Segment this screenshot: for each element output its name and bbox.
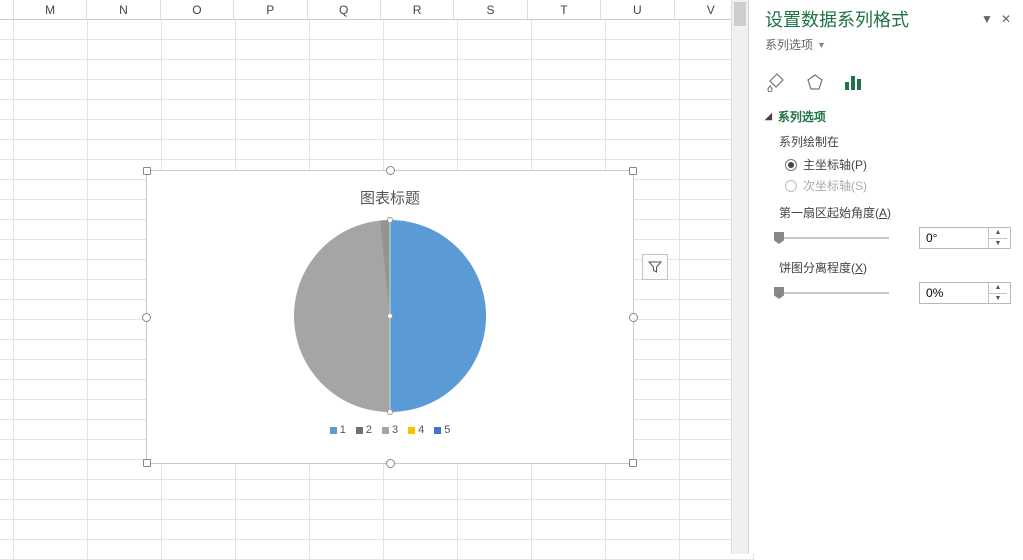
series-options-tab[interactable] <box>841 70 865 94</box>
angle-slider[interactable] <box>779 229 889 247</box>
col-head[interactable]: S <box>454 0 527 19</box>
legend-swatch <box>356 427 363 434</box>
pentagon-icon <box>805 72 825 92</box>
col-head[interactable]: U <box>601 0 674 19</box>
angle-spinner[interactable]: ▲ ▼ <box>919 227 1011 249</box>
angle-input[interactable] <box>920 228 988 248</box>
explosion-slider[interactable] <box>779 284 889 302</box>
pie-handle-bottom[interactable] <box>387 409 393 415</box>
col-head[interactable]: N <box>87 0 160 19</box>
pie-handle-center[interactable] <box>387 313 393 319</box>
slider-thumb[interactable] <box>774 287 784 299</box>
legend-swatch <box>330 427 337 434</box>
radio-label: 主坐标轴(P) <box>803 156 867 173</box>
col-head[interactable]: P <box>234 0 307 19</box>
pie-plot[interactable] <box>294 220 486 412</box>
radio-icon <box>785 180 797 192</box>
col-head[interactable]: M <box>14 0 87 19</box>
resize-handle-nw[interactable] <box>143 167 151 175</box>
section-header-series-options[interactable]: ◢ 系列选项 <box>765 108 1011 125</box>
slider-thumb[interactable] <box>774 232 784 244</box>
legend-item[interactable]: 2 <box>356 424 372 436</box>
vertical-scrollbar[interactable] <box>731 0 748 554</box>
radio-icon <box>785 159 797 171</box>
effects-tab[interactable] <box>803 70 827 94</box>
fill-line-tab[interactable] <box>765 70 789 94</box>
resize-handle-sw[interactable] <box>143 459 151 467</box>
explosion-spinner[interactable]: ▲ ▼ <box>919 282 1011 304</box>
chevron-down-icon: ▼ <box>817 40 826 50</box>
slider-track-line <box>779 292 889 294</box>
legend-item[interactable]: 5 <box>434 424 450 436</box>
legend-item[interactable]: 4 <box>408 424 424 436</box>
col-head[interactable]: T <box>528 0 601 19</box>
radio-label: 次坐标轴(S) <box>803 177 867 194</box>
resize-handle-s[interactable] <box>386 459 395 468</box>
scrollbar-thumb[interactable] <box>734 2 746 26</box>
spreadsheet-grid[interactable]: M N O P Q R S T U V 图表标题 1 2 3 4 5 <box>0 0 748 554</box>
bar-chart-icon <box>843 72 863 92</box>
pie-explosion-label: 饼图分离程度(X) <box>779 259 1011 276</box>
col-head[interactable]: Q <box>308 0 381 19</box>
resize-handle-n[interactable] <box>386 166 395 175</box>
pane-title: 设置数据系列格式 <box>765 6 909 32</box>
legend-label: 2 <box>366 424 372 436</box>
chart-object[interactable]: 图表标题 1 2 3 4 5 <box>146 170 634 464</box>
spin-up-button[interactable]: ▲ <box>989 283 1007 294</box>
legend-swatch <box>434 427 441 434</box>
legend-label: 1 <box>340 424 346 436</box>
col-head[interactable]: R <box>381 0 454 19</box>
legend-item[interactable]: 1 <box>330 424 346 436</box>
slider-track-line <box>779 237 889 239</box>
series-options-dropdown[interactable]: 系列选项 ▼ <box>765 36 826 53</box>
pane-options-button[interactable]: ▼ <box>981 12 993 26</box>
pie-handle-top[interactable] <box>387 217 393 223</box>
primary-axis-radio[interactable]: 主坐标轴(P) <box>785 156 1011 173</box>
spin-up-button[interactable]: ▲ <box>989 228 1007 239</box>
chart-title[interactable]: 图表标题 <box>147 187 633 208</box>
col-head-gutter <box>0 0 14 19</box>
resize-handle-w[interactable] <box>142 313 151 322</box>
dropdown-label: 系列选项 <box>765 36 813 53</box>
legend-label: 4 <box>418 424 424 436</box>
legend-item[interactable]: 3 <box>382 424 398 436</box>
section-title: 系列选项 <box>778 108 826 125</box>
legend-swatch <box>382 427 389 434</box>
first-slice-angle-label: 第一扇区起始角度(A) <box>779 204 1011 221</box>
legend-swatch <box>408 427 415 434</box>
paint-bucket-icon <box>767 72 787 92</box>
explosion-input[interactable] <box>920 283 988 303</box>
resize-handle-e[interactable] <box>629 313 638 322</box>
resize-handle-ne[interactable] <box>629 167 637 175</box>
collapse-icon: ◢ <box>765 111 772 122</box>
format-pane: 设置数据系列格式 ▼ ✕ 系列选项 ▼ ◢ 系列选项 系列绘制在 主坐标轴(P) <box>748 0 1023 554</box>
secondary-axis-radio: 次坐标轴(S) <box>785 177 1011 194</box>
plot-on-label: 系列绘制在 <box>779 133 1011 150</box>
col-head[interactable]: O <box>161 0 234 19</box>
pane-close-button[interactable]: ✕ <box>1001 12 1011 26</box>
spin-down-button[interactable]: ▼ <box>989 294 1007 304</box>
funnel-icon <box>648 260 662 274</box>
column-headers: M N O P Q R S T U V <box>0 0 748 20</box>
legend-label: 5 <box>444 424 450 436</box>
resize-handle-se[interactable] <box>629 459 637 467</box>
spin-down-button[interactable]: ▼ <box>989 239 1007 249</box>
chart-filter-button[interactable] <box>642 254 668 280</box>
chart-legend[interactable]: 1 2 3 4 5 <box>147 424 633 436</box>
legend-label: 3 <box>392 424 398 436</box>
